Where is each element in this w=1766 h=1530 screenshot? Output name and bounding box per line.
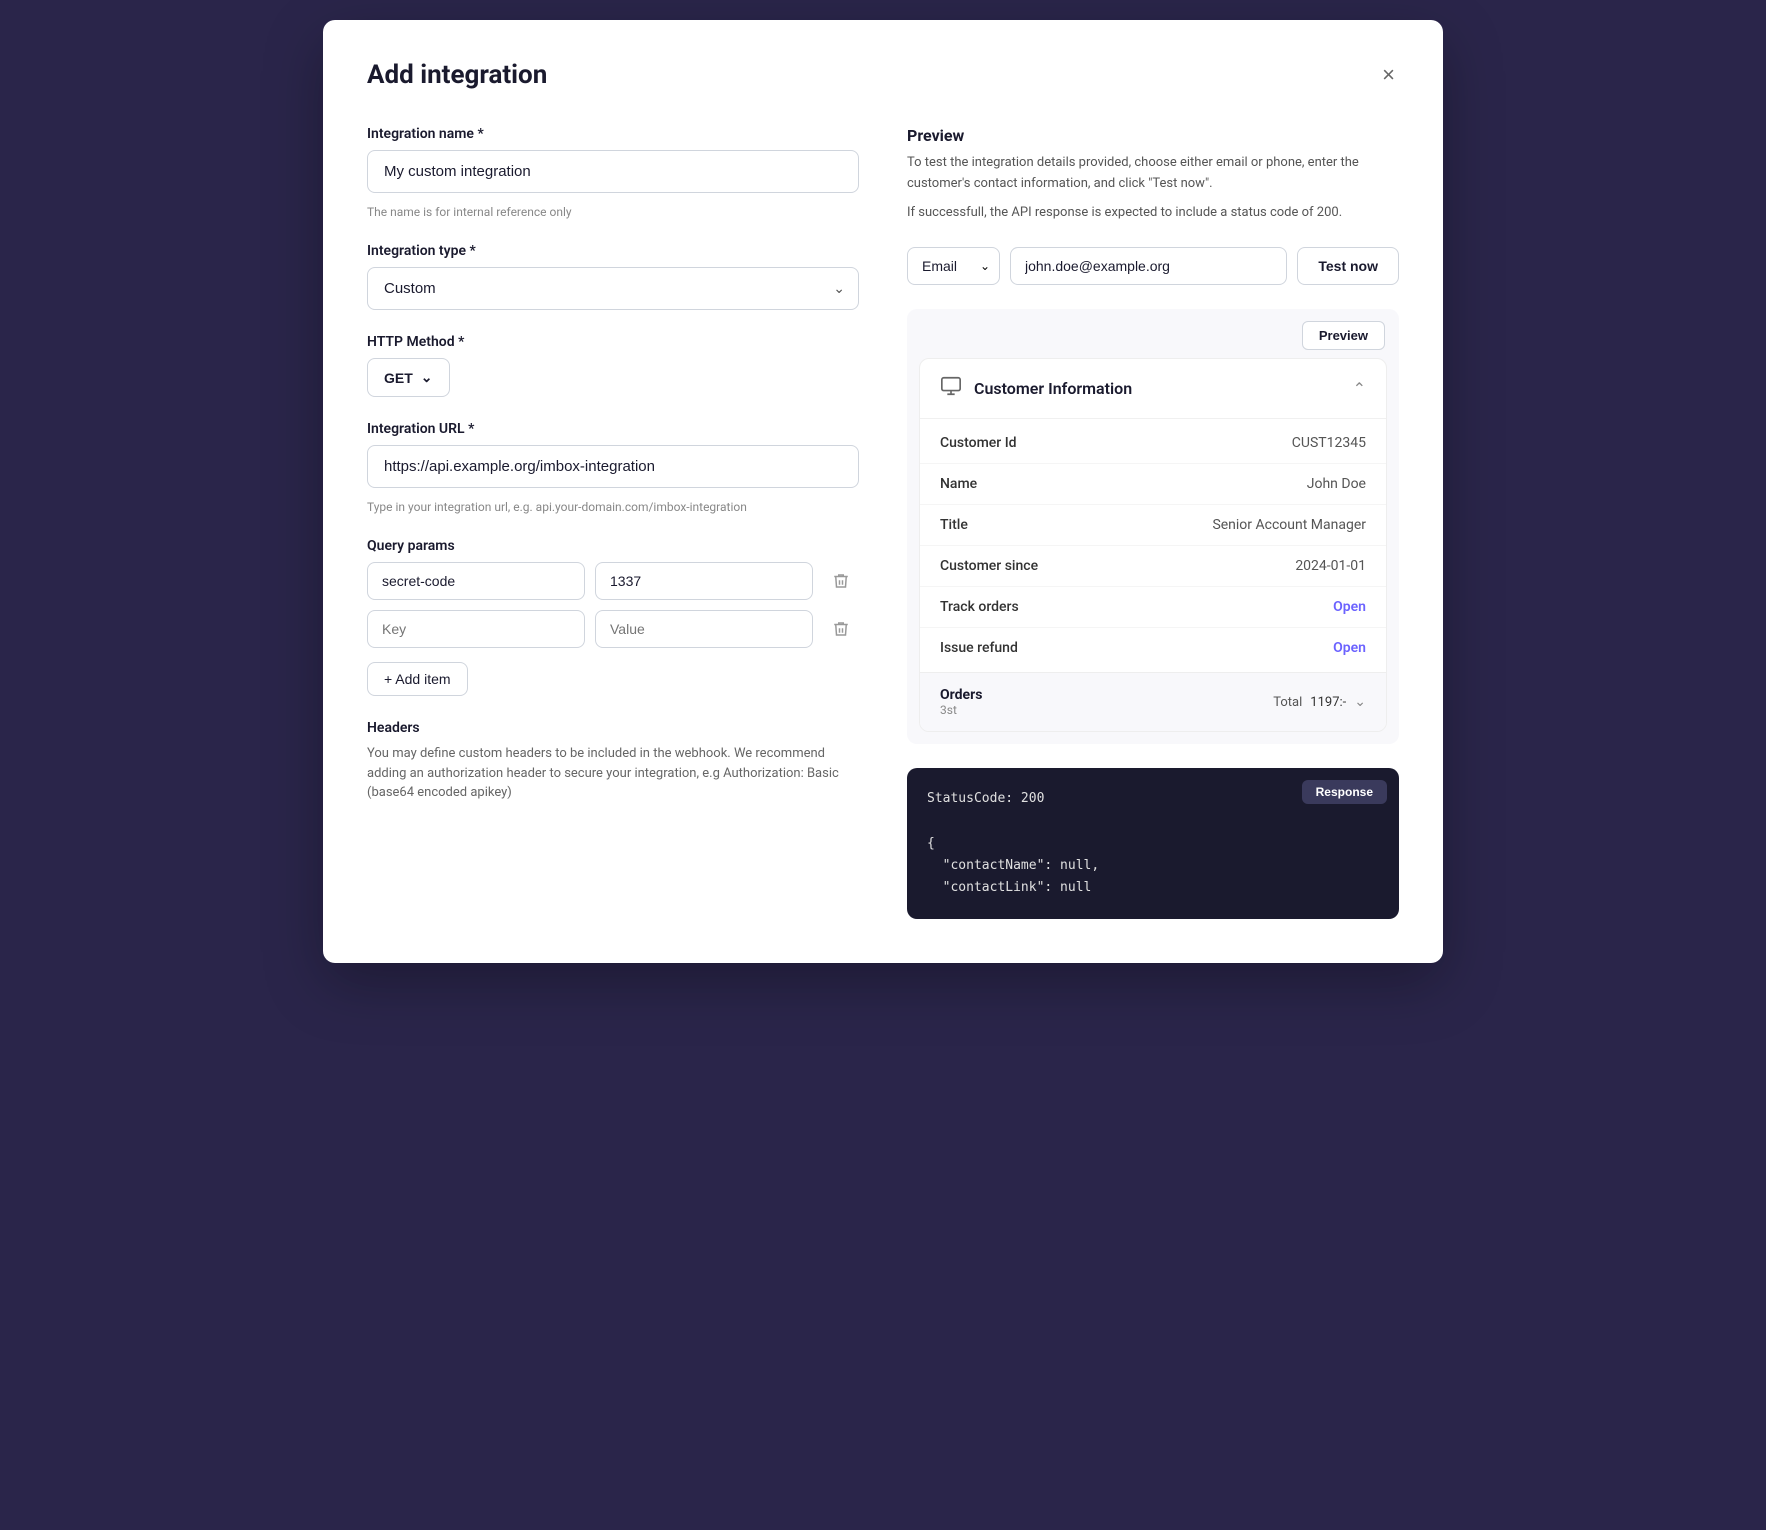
customer-info-header: Customer Information ⌃ bbox=[920, 359, 1386, 419]
delete-param-button-2[interactable] bbox=[823, 620, 859, 638]
integration-name-group: Integration name * The name is for inter… bbox=[367, 126, 859, 219]
info-value-track-orders[interactable]: Open bbox=[1333, 599, 1366, 615]
orders-title: Orders bbox=[940, 687, 982, 703]
info-value-customer-id: CUST12345 bbox=[1292, 435, 1366, 451]
info-row-track-orders: Track orders Open bbox=[920, 587, 1386, 628]
close-button[interactable]: × bbox=[1378, 60, 1399, 90]
headers-hint: You may define custom headers to be incl… bbox=[367, 744, 859, 803]
info-label-title: Title bbox=[940, 517, 968, 533]
contact-type-select[interactable]: Email Phone bbox=[907, 247, 1000, 285]
response-tab-button[interactable]: Response bbox=[1302, 780, 1387, 804]
preview-desc-2: If successfull, the API response is expe… bbox=[907, 203, 1399, 224]
customer-info-card: Customer Information ⌃ Customer Id CUST1… bbox=[919, 358, 1387, 732]
integration-url-hint: Type in your integration url, e.g. api.y… bbox=[367, 500, 859, 514]
info-value-issue-refund[interactable]: Open bbox=[1333, 640, 1366, 656]
http-method-group: HTTP Method * GET ⌄ bbox=[367, 334, 859, 397]
query-params-section bbox=[367, 562, 859, 648]
email-select-wrapper: Email Phone ⌄ bbox=[907, 247, 1000, 285]
query-param-key-1[interactable] bbox=[367, 562, 585, 600]
integration-url-group: Integration URL * Type in your integrati… bbox=[367, 421, 859, 514]
http-method-value: GET bbox=[384, 370, 413, 386]
integration-name-label: Integration name * bbox=[367, 126, 859, 142]
info-label-customer-since: Customer since bbox=[940, 558, 1038, 574]
query-params-label: Query params bbox=[367, 538, 859, 554]
info-value-name: John Doe bbox=[1307, 476, 1366, 492]
headers-section: Headers You may define custom headers to… bbox=[367, 720, 859, 803]
chevron-down-icon: ⌄ bbox=[421, 369, 433, 386]
integration-type-group: Integration type * Custom Webhook REST A… bbox=[367, 243, 859, 310]
http-method-button[interactable]: GET ⌄ bbox=[367, 358, 450, 397]
customer-info-rows: Customer Id CUST12345 Name John Doe Titl… bbox=[920, 419, 1386, 672]
contact-email-input[interactable] bbox=[1010, 247, 1287, 285]
info-label-customer-id: Customer Id bbox=[940, 435, 1017, 451]
headers-label: Headers bbox=[367, 720, 859, 736]
customer-info-icon bbox=[940, 375, 962, 402]
info-value-customer-since: 2024-01-01 bbox=[1295, 558, 1366, 574]
chevron-up-icon: ⌃ bbox=[1353, 379, 1366, 398]
integration-type-label: Integration type * bbox=[367, 243, 859, 259]
info-label-name: Name bbox=[940, 476, 977, 492]
preview-panel: Preview bbox=[907, 309, 1399, 744]
query-param-key-2[interactable] bbox=[367, 610, 585, 648]
info-row-name: Name John Doe bbox=[920, 464, 1386, 505]
info-label-track-orders: Track orders bbox=[940, 599, 1019, 615]
query-params-group: Query params bbox=[367, 538, 859, 696]
http-method-label: HTTP Method * bbox=[367, 334, 859, 350]
test-now-button[interactable]: Test now bbox=[1297, 247, 1399, 285]
add-item-button[interactable]: + Add item bbox=[367, 662, 468, 696]
orders-total-value: 1197:- bbox=[1310, 695, 1346, 710]
query-param-row bbox=[367, 562, 859, 600]
orders-right: Total 1197:- ⌄ bbox=[1273, 694, 1366, 710]
test-row: Email Phone ⌄ Test now bbox=[907, 247, 1399, 285]
add-integration-modal: Add integration × Integration name * The… bbox=[323, 20, 1443, 963]
preview-tab-button[interactable]: Preview bbox=[1302, 321, 1385, 350]
modal-body: Integration name * The name is for inter… bbox=[367, 126, 1399, 919]
preview-section: Preview To test the integration details … bbox=[907, 126, 1399, 223]
info-row-customer-since: Customer since 2024-01-01 bbox=[920, 546, 1386, 587]
customer-info-title-row: Customer Information bbox=[940, 375, 1132, 402]
orders-row: Orders 3st Total 1197:- ⌄ bbox=[920, 672, 1386, 731]
delete-param-button-1[interactable] bbox=[823, 572, 859, 590]
query-param-value-2[interactable] bbox=[595, 610, 813, 648]
right-column: Preview To test the integration details … bbox=[907, 126, 1399, 919]
preview-panel-header: Preview bbox=[907, 309, 1399, 358]
info-row-issue-refund: Issue refund Open bbox=[920, 628, 1386, 668]
modal-title: Add integration bbox=[367, 60, 547, 90]
info-value-title: Senior Account Manager bbox=[1212, 517, 1366, 533]
chevron-down-icon: ⌄ bbox=[1354, 694, 1366, 710]
response-panel: Response StatusCode: 200 { "contactName"… bbox=[907, 768, 1399, 918]
integration-name-hint: The name is for internal reference only bbox=[367, 205, 859, 219]
preview-title: Preview bbox=[907, 126, 1399, 145]
query-param-row bbox=[367, 610, 859, 648]
orders-left: Orders 3st bbox=[940, 687, 982, 717]
http-method-wrapper: GET ⌄ bbox=[367, 358, 859, 397]
query-param-value-1[interactable] bbox=[595, 562, 813, 600]
modal-overlay: Add integration × Integration name * The… bbox=[0, 0, 1766, 1530]
info-label-issue-refund: Issue refund bbox=[940, 640, 1018, 656]
integration-type-select[interactable]: Custom Webhook REST API bbox=[367, 267, 859, 310]
info-row-title: Title Senior Account Manager bbox=[920, 505, 1386, 546]
integration-url-input[interactable] bbox=[367, 445, 859, 488]
response-code: StatusCode: 200 { "contactName": null, "… bbox=[927, 788, 1379, 898]
integration-type-select-wrapper: Custom Webhook REST API ⌄ bbox=[367, 267, 859, 310]
preview-desc-1: To test the integration details provided… bbox=[907, 153, 1399, 195]
left-column: Integration name * The name is for inter… bbox=[367, 126, 859, 919]
modal-header: Add integration × bbox=[367, 60, 1399, 90]
info-row-customer-id: Customer Id CUST12345 bbox=[920, 423, 1386, 464]
orders-total-label: Total bbox=[1273, 695, 1302, 710]
integration-url-label: Integration URL * bbox=[367, 421, 859, 437]
customer-info-title: Customer Information bbox=[974, 379, 1132, 398]
orders-sub: 3st bbox=[940, 703, 982, 717]
integration-name-input[interactable] bbox=[367, 150, 859, 193]
